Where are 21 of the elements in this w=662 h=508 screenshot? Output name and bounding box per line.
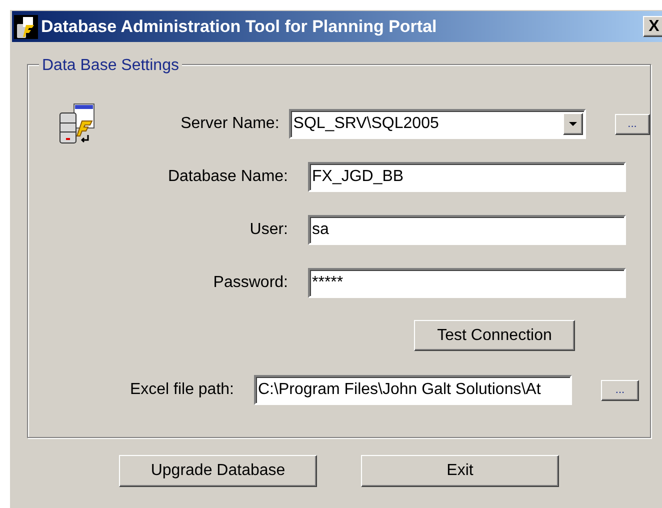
input-field[interactable]: sa — [308, 215, 626, 245]
field-label: Database Name: — [168, 167, 288, 187]
test-connection-button[interactable]: Test Connection — [414, 320, 575, 351]
dialog-button[interactable]: Upgrade Database — [119, 455, 317, 487]
browse-button[interactable]: ... — [614, 114, 650, 134]
dropdown-button[interactable] — [562, 113, 582, 135]
close-button[interactable]: X — [643, 16, 662, 37]
app-icon — [14, 14, 38, 38]
input-field[interactable]: FX_JGD_BB — [308, 162, 626, 192]
window-title: Database Administration Tool for Planning Portal — [41, 16, 438, 38]
field-label: Excel file path: — [130, 380, 234, 400]
field-label: Server Name: — [180, 114, 280, 134]
caret-icon — [568, 122, 576, 126]
input-field[interactable]: ***** — [308, 268, 626, 298]
input-field[interactable]: C:\Program Files\John Galt Solutions\At — [254, 375, 572, 405]
field-label: User: — [250, 220, 288, 240]
dialog-button[interactable]: Exit — [361, 455, 559, 487]
field-label: Password: — [213, 273, 288, 293]
browse-button[interactable]: ... — [601, 380, 639, 400]
server-combo-box[interactable]: SQL_SRV\SQL2005 — [289, 109, 586, 139]
combo-value: SQL_SRV\SQL2005 — [292, 114, 440, 134]
